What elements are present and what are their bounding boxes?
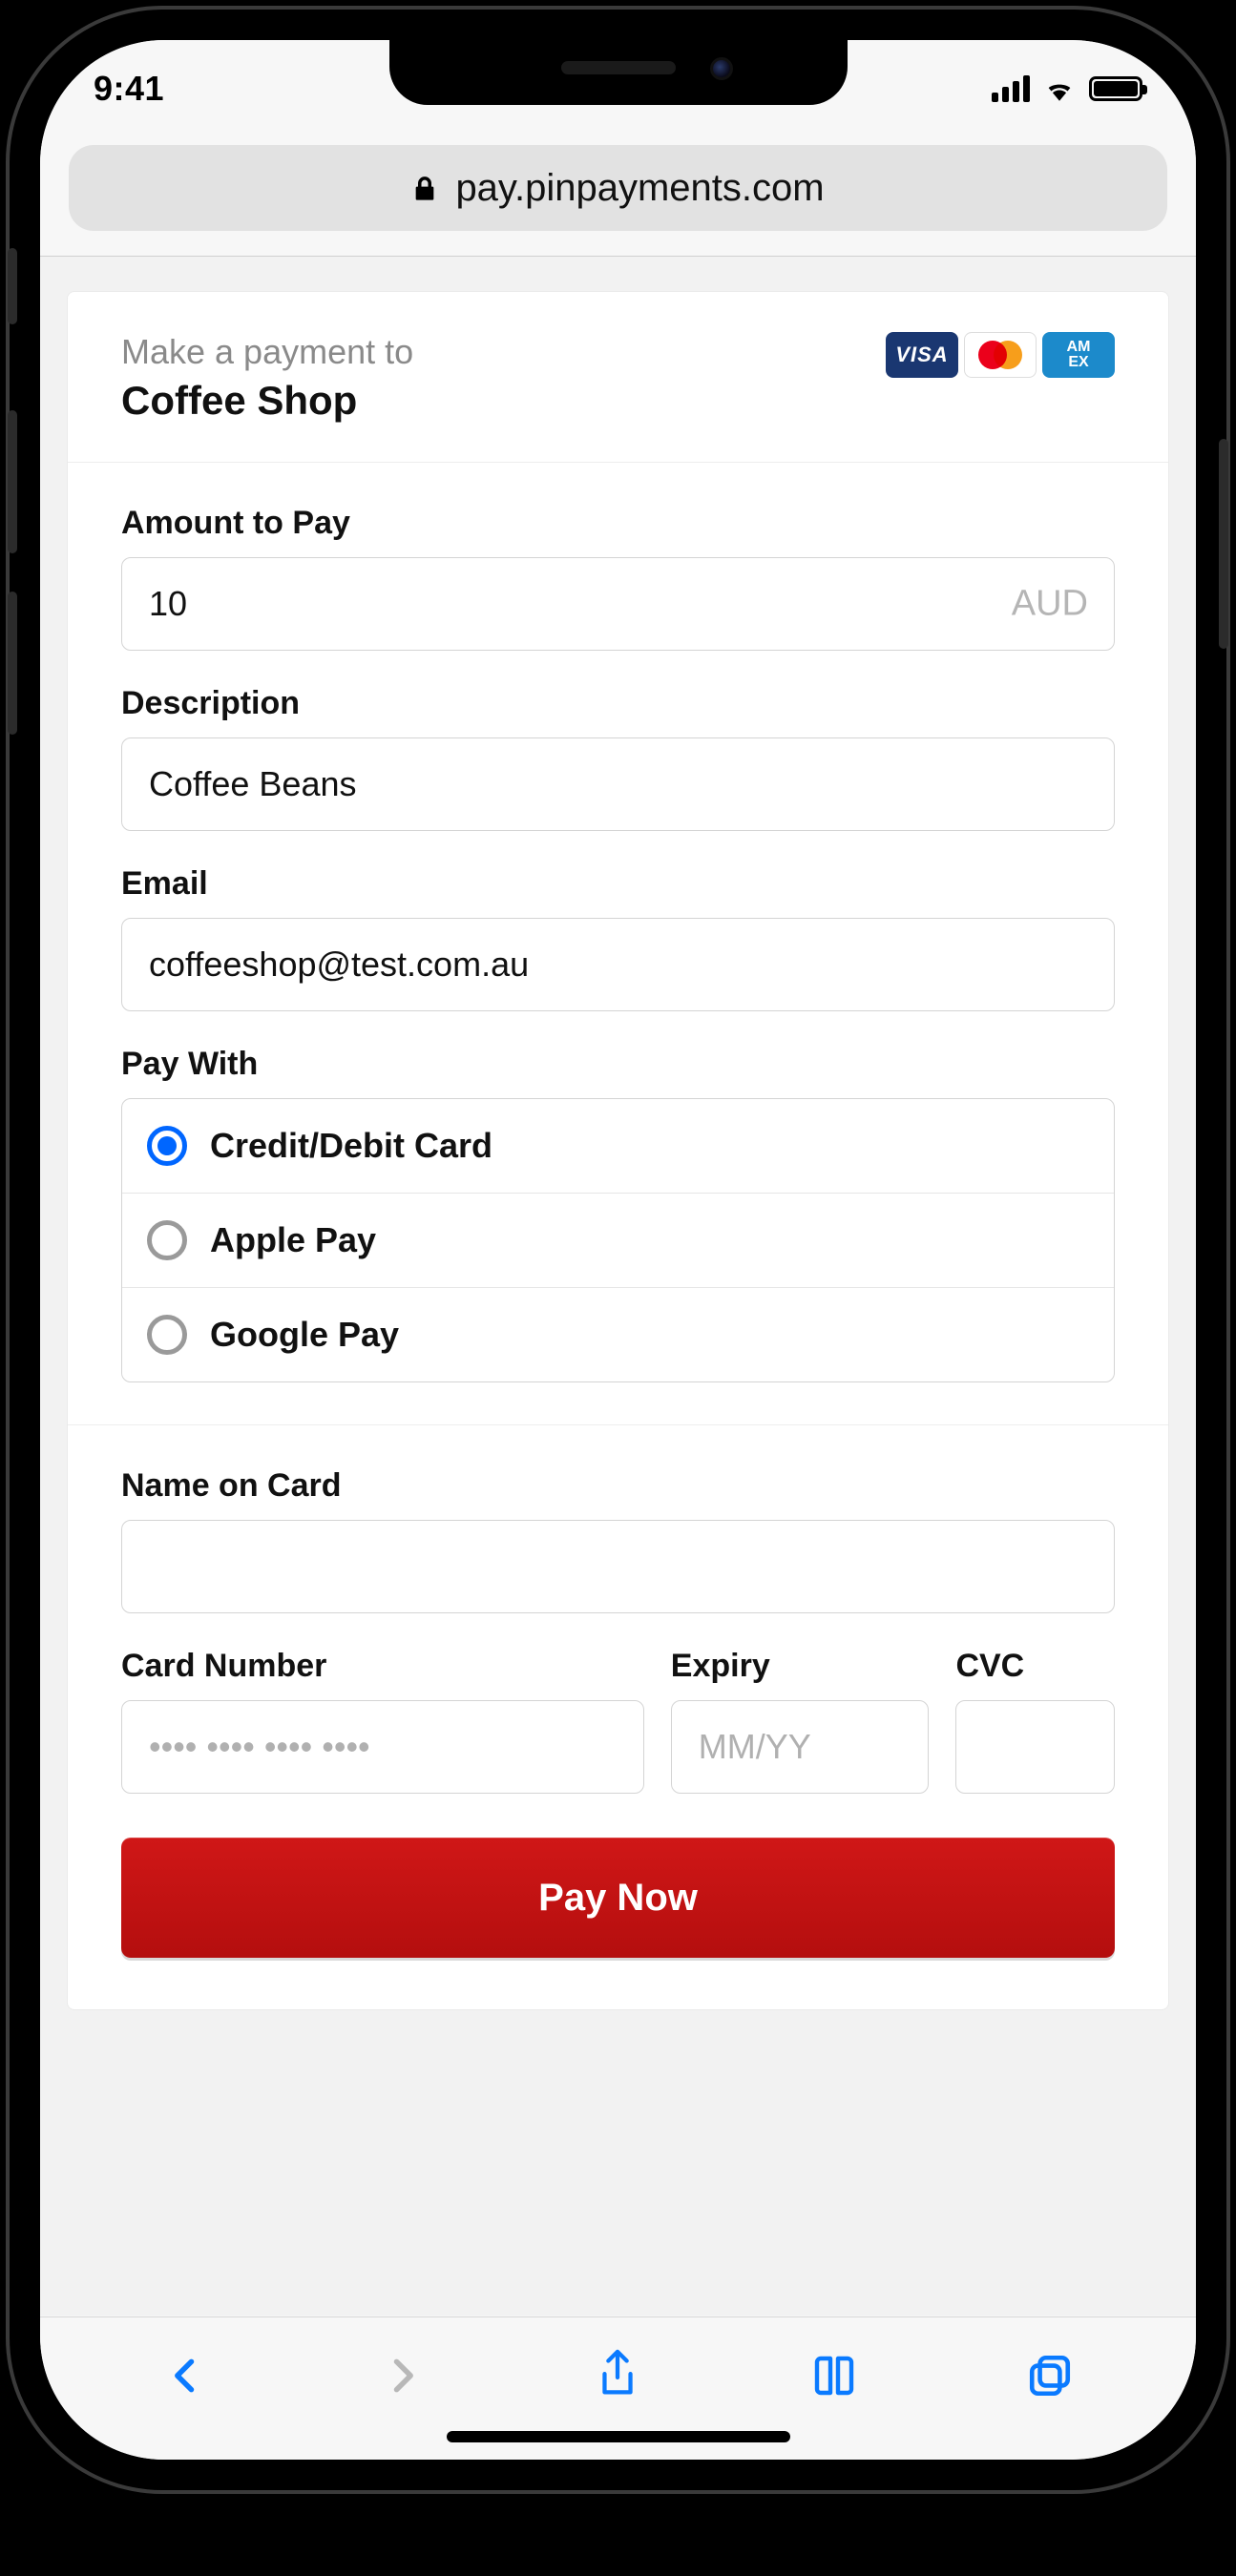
tabs-button[interactable] bbox=[1024, 2350, 1076, 2401]
browser-chrome: pay.pinpayments.com bbox=[40, 126, 1196, 257]
share-button[interactable] bbox=[592, 2350, 643, 2401]
expiry-input[interactable] bbox=[671, 1700, 930, 1794]
screen: 9:41 pay.pinpayments.com bbox=[31, 31, 1205, 2469]
visa-logo: VISA bbox=[886, 332, 958, 378]
status-icons bbox=[992, 75, 1142, 102]
bookmarks-button[interactable] bbox=[808, 2350, 860, 2401]
paywith-apple[interactable]: Apple Pay bbox=[122, 1193, 1114, 1287]
card-details-row: Card Number Expiry CVC bbox=[121, 1648, 1115, 1794]
cardnumber-field: Card Number bbox=[121, 1648, 644, 1794]
amount-wrap: AUD bbox=[121, 557, 1115, 651]
name-label: Name on Card bbox=[121, 1467, 1115, 1505]
amount-input[interactable] bbox=[121, 557, 1115, 651]
wifi-icon bbox=[1043, 75, 1076, 102]
radio-icon bbox=[147, 1220, 187, 1260]
address-bar[interactable]: pay.pinpayments.com bbox=[69, 145, 1167, 231]
phone-silent-switch bbox=[8, 248, 17, 324]
section-divider bbox=[68, 1424, 1168, 1425]
cellular-icon bbox=[992, 75, 1030, 102]
back-button[interactable] bbox=[160, 2350, 212, 2401]
description-label: Description bbox=[121, 685, 1115, 722]
speaker bbox=[561, 61, 676, 74]
battery-icon bbox=[1089, 76, 1142, 101]
address-bar-url: pay.pinpayments.com bbox=[455, 167, 824, 210]
cvc-label: CVC bbox=[955, 1648, 1115, 1685]
forward-button[interactable] bbox=[376, 2350, 428, 2401]
mastercard-logo bbox=[964, 332, 1037, 378]
description-input[interactable] bbox=[121, 737, 1115, 831]
card-header: Make a payment to Coffee Shop VISA AM EX bbox=[68, 292, 1168, 463]
phone-volume-up bbox=[8, 410, 17, 553]
radio-icon bbox=[147, 1315, 187, 1355]
email-input[interactable] bbox=[121, 918, 1115, 1011]
phone-volume-down bbox=[8, 592, 17, 735]
cardnumber-input[interactable] bbox=[121, 1700, 644, 1794]
paywith-card-label: Credit/Debit Card bbox=[210, 1126, 492, 1166]
cvc-input[interactable] bbox=[955, 1700, 1115, 1794]
lock-icon bbox=[411, 172, 438, 204]
accepted-cards: VISA AM EX bbox=[886, 332, 1115, 378]
name-input[interactable] bbox=[121, 1520, 1115, 1613]
home-indicator[interactable] bbox=[447, 2431, 790, 2442]
paywith-apple-label: Apple Pay bbox=[210, 1220, 376, 1260]
amex-logo: AM EX bbox=[1042, 332, 1115, 378]
amount-currency: AUD bbox=[1012, 584, 1088, 625]
notch bbox=[389, 38, 848, 105]
card-body: Amount to Pay AUD Description Email bbox=[68, 463, 1168, 2009]
paywith-card[interactable]: Credit/Debit Card bbox=[122, 1099, 1114, 1193]
phone-power-button bbox=[1219, 439, 1228, 649]
payment-card: Make a payment to Coffee Shop VISA AM EX bbox=[67, 291, 1169, 2010]
page-content: Make a payment to Coffee Shop VISA AM EX bbox=[40, 257, 1196, 2316]
status-time: 9:41 bbox=[94, 69, 164, 109]
email-field: Email bbox=[121, 865, 1115, 1011]
amount-field: Amount to Pay AUD bbox=[121, 505, 1115, 651]
description-field: Description bbox=[121, 685, 1115, 831]
amex-logo-text-top: AM bbox=[1067, 340, 1091, 355]
paywith-options: Credit/Debit Card Apple Pay Google Pay bbox=[121, 1098, 1115, 1382]
name-field: Name on Card bbox=[121, 1467, 1115, 1613]
expiry-label: Expiry bbox=[671, 1648, 930, 1685]
amount-label: Amount to Pay bbox=[121, 505, 1115, 542]
merchant-block: Make a payment to Coffee Shop bbox=[121, 332, 413, 424]
cardnumber-label: Card Number bbox=[121, 1648, 644, 1685]
expiry-field: Expiry bbox=[671, 1648, 930, 1794]
amex-logo-text-bot: EX bbox=[1068, 355, 1088, 370]
phone-frame: 9:41 pay.pinpayments.com bbox=[10, 10, 1226, 2490]
paywith-field: Pay With Credit/Debit Card Apple Pay bbox=[121, 1046, 1115, 1382]
email-label: Email bbox=[121, 865, 1115, 903]
paywith-google[interactable]: Google Pay bbox=[122, 1287, 1114, 1381]
pay-now-button[interactable]: Pay Now bbox=[121, 1838, 1115, 1958]
paywith-label: Pay With bbox=[121, 1046, 1115, 1083]
merchant-intro: Make a payment to bbox=[121, 332, 413, 372]
merchant-name: Coffee Shop bbox=[121, 378, 413, 424]
radio-icon bbox=[147, 1126, 187, 1166]
paywith-google-label: Google Pay bbox=[210, 1315, 399, 1355]
front-camera bbox=[710, 57, 733, 80]
cvc-field: CVC bbox=[955, 1648, 1115, 1794]
